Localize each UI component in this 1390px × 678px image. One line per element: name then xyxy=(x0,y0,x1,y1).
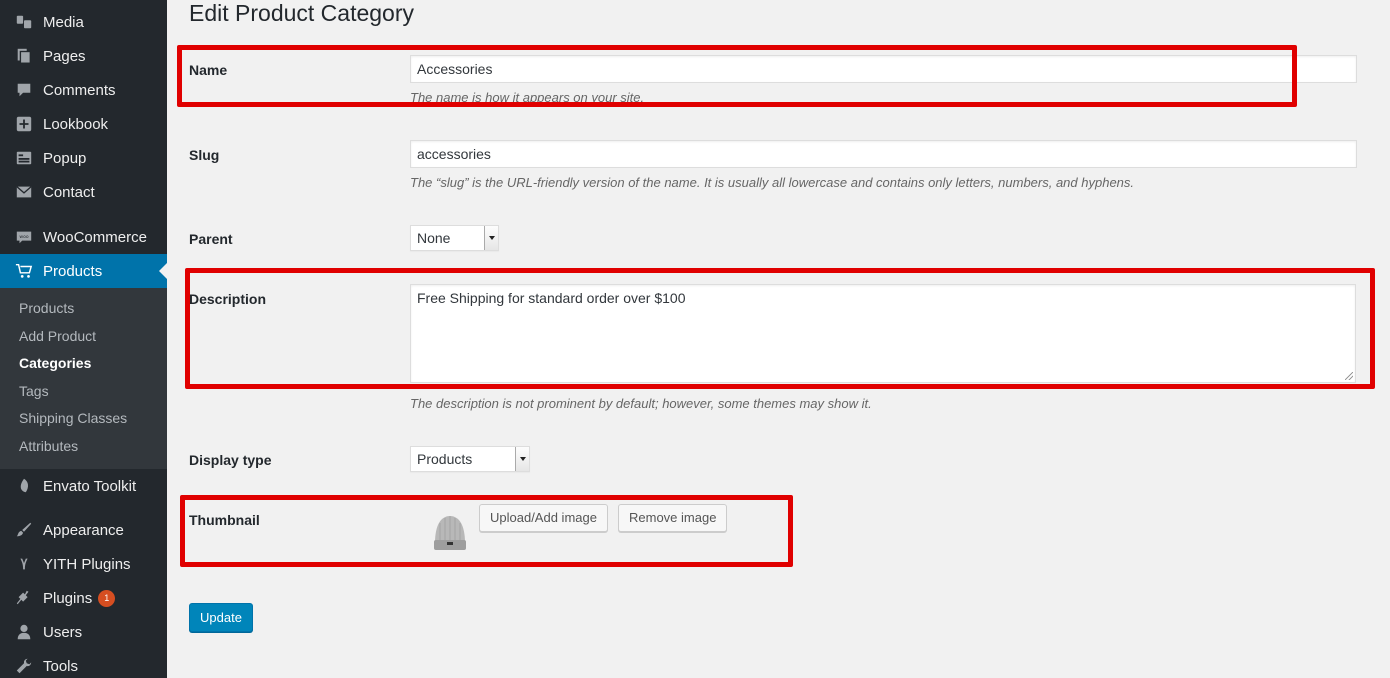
menu-item-comments[interactable]: Comments xyxy=(0,73,167,107)
page-title: Edit Product Category xyxy=(189,0,415,26)
menu-item-appearance[interactable]: Appearance xyxy=(0,513,167,547)
chevron-down-icon xyxy=(484,226,498,250)
submenu-item-attributes[interactable]: Attributes xyxy=(19,438,78,454)
submenu-item-products[interactable]: Products xyxy=(19,300,74,316)
parent-label: Parent xyxy=(189,231,233,247)
parent-select[interactable]: None xyxy=(410,225,499,251)
menu-item-envato-toolkit[interactable]: Envato Toolkit xyxy=(0,469,167,503)
chevron-down-icon xyxy=(515,447,529,471)
menu-label: YITH Plugins xyxy=(43,555,131,573)
name-label: Name xyxy=(189,62,228,78)
menu-item-pages[interactable]: Pages xyxy=(0,39,167,73)
menu-item-products[interactable]: Products xyxy=(0,254,167,288)
yith-icon xyxy=(14,554,34,574)
update-count-badge: 1 xyxy=(98,589,116,607)
menu-item-popup[interactable]: Popup xyxy=(0,141,167,175)
users-icon xyxy=(14,622,34,642)
woocommerce-icon: woo xyxy=(14,227,34,247)
menu-item-contact[interactable]: Contact xyxy=(0,175,167,209)
thumbnail-label: Thumbnail xyxy=(189,512,260,528)
menu-label: Lookbook xyxy=(43,115,109,133)
thumbnail-image xyxy=(432,513,468,553)
menu-label: WooCommerce xyxy=(43,228,147,246)
menu-item-users[interactable]: Users xyxy=(0,615,167,649)
remove-image-button[interactable]: Remove image xyxy=(618,504,728,532)
plug-icon xyxy=(14,588,34,608)
leaf-icon xyxy=(14,476,34,496)
menu-item-plugins[interactable]: Plugins 1 xyxy=(0,581,167,615)
menu-label: Pages xyxy=(43,47,86,65)
popup-icon xyxy=(14,148,34,168)
menu-item-lookbook[interactable]: Lookbook xyxy=(0,107,167,141)
display-type-label: Display type xyxy=(189,452,272,468)
menu-label: Products xyxy=(43,262,103,280)
menu-item-tools[interactable]: Tools xyxy=(0,649,167,678)
description-textarea[interactable]: Free Shipping for standard order over $1… xyxy=(410,284,1356,383)
menu-label: Tools xyxy=(43,657,79,675)
admin-sidebar: Media Pages Comments Lookbook Popup Cont… xyxy=(0,0,167,678)
menu-label: Comments xyxy=(43,81,116,99)
display-type-select[interactable]: Products xyxy=(410,446,530,472)
plus-icon xyxy=(14,114,34,134)
menu-label: Plugins xyxy=(43,589,93,607)
menu-label: Users xyxy=(43,623,83,641)
products-submenu: Products Add Product Categories Tags Shi… xyxy=(0,288,167,469)
resize-handle-icon[interactable] xyxy=(1345,372,1353,380)
menu-item-yith-plugins[interactable]: YITH Plugins xyxy=(0,547,167,581)
name-hint: The name is how it appears on your site. xyxy=(410,90,645,105)
cart-icon xyxy=(14,261,34,281)
display-type-select-value: Products xyxy=(417,451,473,467)
slug-input[interactable]: accessories xyxy=(410,140,1357,168)
pages-icon xyxy=(14,46,34,66)
submenu-item-shipping-classes[interactable]: Shipping Classes xyxy=(19,410,127,426)
menu-label: Popup xyxy=(43,149,87,167)
upload-image-button[interactable]: Upload/Add image xyxy=(479,504,608,532)
wrench-icon xyxy=(14,656,34,676)
menu-label: Media xyxy=(43,13,84,31)
slug-hint: The “slug” is the URL-friendly version o… xyxy=(410,175,1135,190)
submenu-item-add-product[interactable]: Add Product xyxy=(19,328,96,344)
slug-label: Slug xyxy=(189,147,220,163)
menu-label: Appearance xyxy=(43,521,124,539)
description-label: Description xyxy=(189,291,267,307)
name-input[interactable]: Accessories xyxy=(410,55,1357,83)
description-hint: The description is not prominent by defa… xyxy=(410,396,872,411)
submenu-item-categories[interactable]: Categories xyxy=(19,355,91,371)
menu-item-woocommerce[interactable]: woo WooCommerce xyxy=(0,220,167,254)
submenu-item-tags[interactable]: Tags xyxy=(19,383,49,399)
update-button[interactable]: Update xyxy=(189,603,253,632)
media-icon xyxy=(14,12,34,32)
menu-item-media[interactable]: Media xyxy=(0,5,167,39)
comments-icon xyxy=(14,80,34,100)
mail-icon xyxy=(14,182,34,202)
menu-label: Envato Toolkit xyxy=(43,477,137,495)
description-value: Free Shipping for standard order over $1… xyxy=(417,290,686,306)
svg-text:woo: woo xyxy=(19,235,28,240)
menu-label: Contact xyxy=(43,183,95,201)
paintbrush-icon xyxy=(14,520,34,540)
parent-select-value: None xyxy=(417,230,451,246)
